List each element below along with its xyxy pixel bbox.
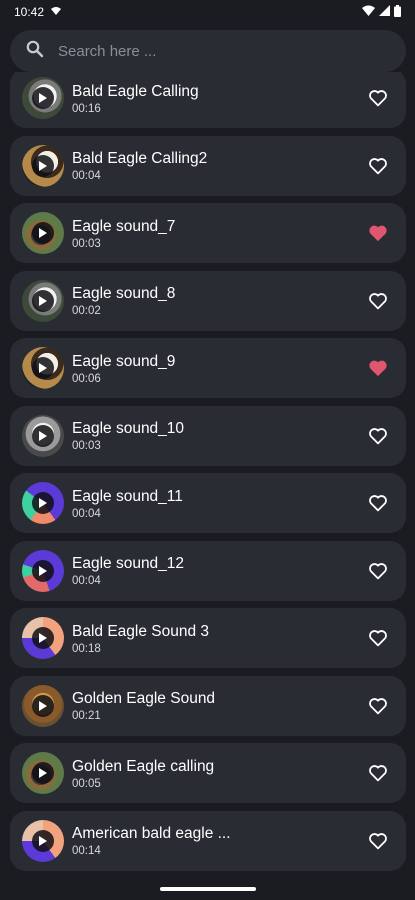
list-item[interactable]: Eagle sound_9 00:06 (10, 338, 406, 398)
item-title: American bald eagle ... (72, 825, 231, 842)
play-icon[interactable] (32, 627, 54, 649)
heart-outline-icon[interactable] (358, 483, 398, 523)
item-duration: 00:14 (72, 845, 101, 857)
item-duration: 00:16 (72, 102, 101, 115)
list-item[interactable]: Bald Eagle Calling2 00:04 (10, 135, 406, 196)
item-text: Eagle sound_10 00:03 (72, 419, 358, 452)
heart-filled-icon[interactable] (358, 213, 398, 253)
item-title: Eagle sound_7 (72, 217, 176, 235)
thumbnail[interactable] (22, 347, 64, 389)
item-title: Eagle sound_8 (72, 285, 176, 302)
item-duration: 00:04 (72, 575, 101, 587)
item-text: Eagle sound_8 00:02 (72, 284, 358, 317)
item-text: Eagle sound_12 00:04 (72, 554, 358, 587)
wifi-calling-icon (50, 5, 62, 20)
search-input[interactable] (58, 42, 358, 60)
heart-outline-icon[interactable] (358, 78, 398, 118)
navigation-bar (0, 878, 415, 900)
play-icon[interactable] (32, 762, 54, 784)
item-text: Bald Eagle Calling 00:16 (72, 82, 358, 115)
list-item[interactable]: Eagle sound_8 00:02 (10, 270, 406, 331)
item-duration: 00:04 (72, 507, 101, 520)
thumbnail[interactable] (22, 279, 64, 322)
thumbnail[interactable] (22, 819, 64, 862)
item-text: Eagle sound_7 00:03 (72, 217, 358, 250)
thumbnail[interactable] (22, 212, 64, 254)
item-text: Eagle sound_11 00:04 (72, 487, 358, 520)
heart-outline-icon[interactable] (358, 753, 398, 793)
heart-outline-icon[interactable] (358, 146, 398, 186)
item-title: Eagle sound_10 (72, 420, 185, 437)
item-duration: 00:02 (72, 305, 101, 317)
status-bar: 10:42 (0, 0, 415, 24)
thumbnail[interactable] (22, 144, 64, 187)
list-item[interactable]: Golden Eagle calling 00:05 (10, 743, 406, 803)
item-title: Bald Eagle Sound 3 (72, 622, 210, 640)
item-title: Eagle sound_11 (72, 487, 183, 505)
list-item[interactable]: Bald Eagle Sound 3 00:18 (10, 608, 406, 668)
item-duration: 00:06 (72, 372, 101, 385)
signal-icon (379, 5, 390, 19)
item-title: Bald Eagle Calling2 (72, 150, 208, 167)
home-indicator[interactable] (159, 887, 256, 891)
play-icon[interactable] (32, 559, 54, 582)
item-text: Golden Eagle Sound 00:21 (72, 689, 358, 722)
list-item[interactable]: Eagle sound_7 00:03 (10, 203, 406, 263)
item-duration: 00:03 (72, 440, 101, 452)
play-icon[interactable] (32, 424, 54, 447)
list-item[interactable]: American bald eagle ... 00:14 (10, 810, 406, 871)
list-item[interactable]: Bald Eagle Calling 00:16 (10, 72, 406, 128)
wifi-icon (362, 5, 375, 19)
thumbnail[interactable] (22, 414, 64, 457)
list-item[interactable]: Eagle sound_12 00:04 (10, 540, 406, 601)
play-icon[interactable] (32, 492, 54, 514)
item-duration: 00:21 (72, 710, 101, 722)
item-title: Bald Eagle Calling (72, 82, 199, 100)
item-title: Eagle sound_9 (72, 352, 176, 370)
play-icon[interactable] (32, 357, 54, 379)
play-icon[interactable] (32, 222, 54, 244)
play-icon[interactable] (32, 154, 54, 177)
heart-outline-icon[interactable] (358, 551, 398, 591)
item-text: Bald Eagle Sound 3 00:18 (72, 622, 358, 655)
thumbnail[interactable] (22, 77, 64, 119)
play-icon[interactable] (32, 87, 54, 109)
heart-outline-icon[interactable] (358, 281, 398, 321)
item-title: Eagle sound_12 (72, 555, 185, 572)
heart-outline-icon[interactable] (358, 821, 398, 861)
item-text: Eagle sound_9 00:06 (72, 352, 358, 385)
item-title: Golden Eagle Sound (72, 690, 216, 707)
item-duration: 00:03 (72, 237, 101, 250)
item-duration: 00:18 (72, 642, 101, 655)
thumbnail[interactable] (22, 549, 64, 592)
item-text: American bald eagle ... 00:14 (72, 824, 358, 857)
list-item[interactable]: Eagle sound_10 00:03 (10, 405, 406, 466)
play-icon[interactable] (32, 694, 54, 717)
sound-list-items: Bald Eagle Calling 00:16 Bald Eagle Call… (0, 72, 415, 878)
thumbnail[interactable] (22, 752, 64, 794)
list-item[interactable]: Golden Eagle Sound 00:21 (10, 675, 406, 736)
thumbnail[interactable] (22, 482, 64, 524)
thumbnail[interactable] (22, 617, 64, 659)
thumbnail[interactable] (22, 684, 64, 727)
item-text: Bald Eagle Calling2 00:04 (72, 149, 358, 182)
heart-filled-icon[interactable] (358, 348, 398, 388)
item-text: Golden Eagle calling 00:05 (72, 757, 358, 790)
item-title: Golden Eagle calling (72, 757, 215, 775)
play-icon[interactable] (32, 289, 54, 312)
search-bar[interactable] (10, 30, 406, 72)
heart-outline-icon[interactable] (358, 416, 398, 456)
item-duration: 00:04 (72, 170, 101, 182)
list-item[interactable]: Eagle sound_11 00:04 (10, 473, 406, 533)
search-icon[interactable] (26, 40, 44, 63)
battery-icon (394, 4, 401, 20)
sound-list[interactable]: Bald Eagle Calling 00:16 Bald Eagle Call… (0, 72, 415, 878)
item-duration: 00:05 (72, 777, 101, 790)
play-icon[interactable] (32, 829, 54, 852)
heart-outline-icon[interactable] (358, 618, 398, 658)
status-time: 10:42 (14, 5, 45, 19)
heart-outline-icon[interactable] (358, 686, 398, 726)
